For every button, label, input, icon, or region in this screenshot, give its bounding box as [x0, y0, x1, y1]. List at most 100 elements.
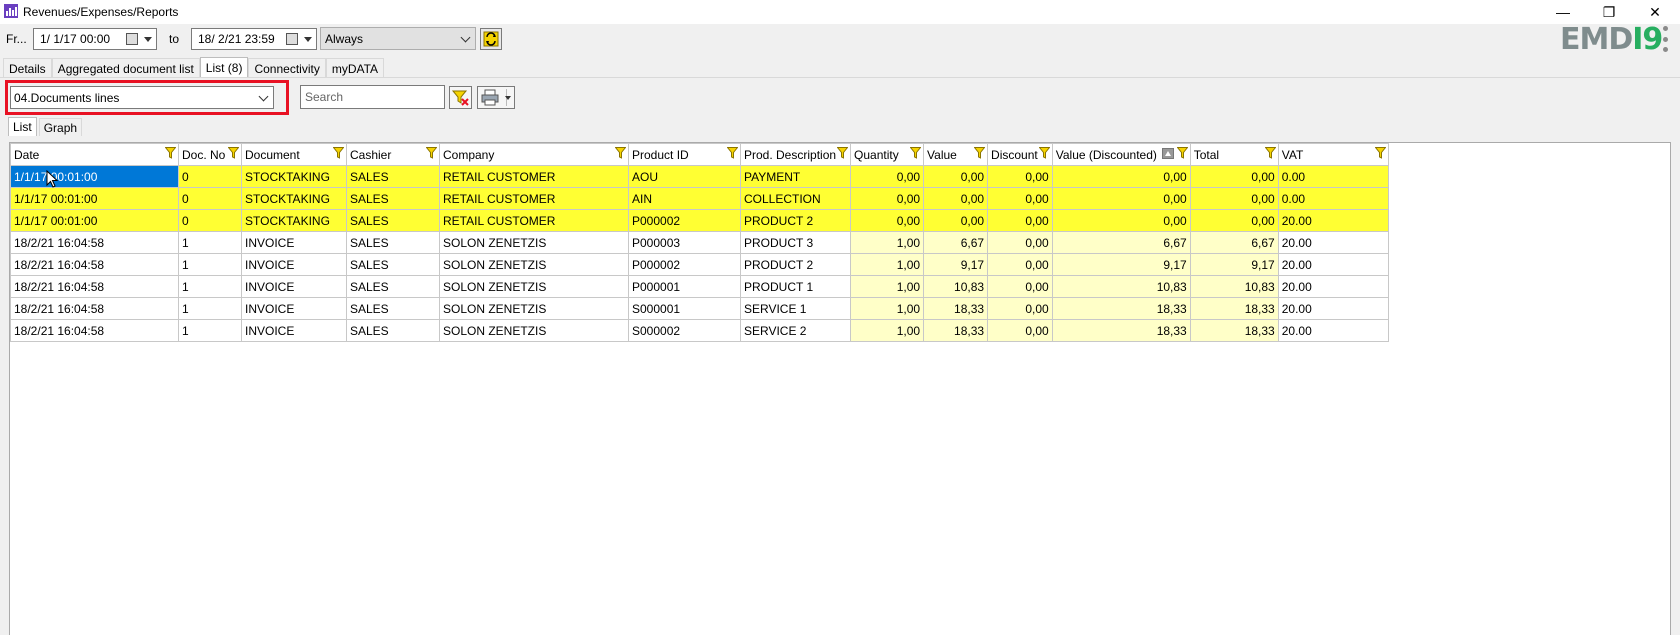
cell-prod-description[interactable]: SERVICE 1	[739, 297, 852, 320]
cell-cashier[interactable]: SALES	[346, 297, 440, 320]
cell-company[interactable]: SOLON ZENETZIS	[439, 275, 629, 298]
cell-vat[interactable]: 20.00	[1277, 297, 1389, 320]
cell-discount[interactable]: 0,00	[987, 165, 1053, 188]
cell-date[interactable]: 1/1/17 00:01:00	[10, 209, 179, 232]
table-row[interactable]: 1/1/17 00:01:00 0 STOCKTAKING SALES RETAIL C…	[10, 209, 1389, 232]
column-header-total[interactable]: Total	[1189, 143, 1279, 166]
column-header-product-id[interactable]: Product ID	[628, 143, 741, 166]
cell-prod-description[interactable]: COLLECTION	[739, 187, 852, 210]
cell-quantity[interactable]: 0,00	[850, 209, 925, 232]
cell-value-discounted[interactable]: 18,33	[1051, 319, 1191, 342]
tab-mydata[interactable]: myDATA	[325, 58, 385, 78]
cell-doc-no[interactable]: 1	[178, 253, 242, 276]
cell-discount[interactable]: 0,00	[987, 231, 1053, 254]
cell-document[interactable]: STOCKTAKING	[241, 209, 347, 232]
cell-document[interactable]: INVOICE	[241, 297, 347, 320]
cell-discount[interactable]: 0,00	[987, 275, 1053, 298]
restore-button[interactable]: ❐	[1586, 0, 1632, 24]
tab-aggregated-document-list[interactable]: Aggregated document list	[51, 58, 200, 78]
cell-cashier[interactable]: SALES	[346, 165, 440, 188]
column-header-discount[interactable]: Discount	[987, 143, 1053, 166]
column-header-prod-description[interactable]: Prod. Description	[739, 143, 852, 166]
cell-total[interactable]: 0,00	[1189, 187, 1279, 210]
cell-prod-description[interactable]: PRODUCT 2	[739, 253, 852, 276]
cell-product-id[interactable]: P000003	[628, 231, 741, 254]
cell-prod-description[interactable]: PRODUCT 1	[739, 275, 852, 298]
report-select[interactable]: 04.Documents lines	[10, 86, 274, 109]
column-header-value-discounted[interactable]: Value (Discounted)	[1051, 143, 1191, 166]
cell-vat[interactable]: 0.00	[1277, 187, 1389, 210]
cell-total[interactable]: 0,00	[1189, 165, 1279, 188]
cell-document[interactable]: INVOICE	[241, 275, 347, 298]
cell-discount[interactable]: 0,00	[987, 253, 1053, 276]
cell-vat[interactable]: 20.00	[1277, 231, 1389, 254]
cell-vat[interactable]: 20.00	[1277, 319, 1389, 342]
cell-company[interactable]: RETAIL CUSTOMER	[439, 187, 629, 210]
more-options-icon[interactable]	[1663, 26, 1669, 52]
cell-value-discounted[interactable]: 9,17	[1051, 253, 1191, 276]
cell-quantity[interactable]: 1,00	[850, 275, 925, 298]
cell-value[interactable]: 9,17	[923, 253, 989, 276]
cell-prod-description[interactable]: PAYMENT	[739, 165, 852, 188]
period-select[interactable]: Always	[320, 27, 476, 50]
cell-doc-no[interactable]: 1	[178, 275, 242, 298]
cell-quantity[interactable]: 1,00	[850, 319, 925, 342]
data-grid[interactable]: Date Doc. No Document Cashier Company Product…	[9, 142, 1671, 635]
filter-funnel-icon[interactable]	[333, 147, 344, 159]
column-header-value[interactable]: Value	[923, 143, 989, 166]
cell-doc-no[interactable]: 1	[178, 297, 242, 320]
filter-funnel-icon[interactable]	[974, 147, 986, 159]
cell-value-discounted[interactable]: 0,00	[1051, 209, 1191, 232]
cell-quantity[interactable]: 1,00	[850, 253, 925, 276]
dropdown-arrow-icon[interactable]	[505, 96, 511, 100]
cell-company[interactable]: SOLON ZENETZIS	[439, 297, 629, 320]
cell-date[interactable]: 18/2/21 16:04:58	[10, 297, 179, 320]
filter-funnel-icon[interactable]	[426, 147, 437, 159]
cell-cashier[interactable]: SALES	[346, 319, 440, 342]
cell-company[interactable]: SOLON ZENETZIS	[439, 319, 629, 342]
filter-funnel-icon[interactable]	[727, 147, 738, 159]
subtab-list[interactable]: List	[8, 117, 37, 136]
cell-document[interactable]: STOCKTAKING	[241, 165, 347, 188]
cell-doc-no[interactable]: 1	[178, 231, 242, 254]
cell-value[interactable]: 10,83	[923, 275, 989, 298]
cell-value[interactable]: 0,00	[923, 209, 989, 232]
cell-value[interactable]: 18,33	[923, 297, 989, 320]
print-button[interactable]	[477, 86, 515, 109]
table-row[interactable]: 18/2/21 16:04:58 1 INVOICE SALES SOLON ZENET…	[10, 275, 1389, 298]
table-row[interactable]: 1/1/17 00:01:00 0 STOCKTAKING SALES RETAIL C…	[10, 187, 1389, 210]
cell-date[interactable]: 18/2/21 16:04:58	[10, 319, 179, 342]
cell-cashier[interactable]: SALES	[346, 231, 440, 254]
tab-list[interactable]: List (8)	[199, 57, 249, 78]
cell-product-id[interactable]: S000001	[628, 297, 741, 320]
minimize-button[interactable]: —	[1540, 0, 1586, 24]
cell-quantity[interactable]: 1,00	[850, 231, 925, 254]
column-header-quantity[interactable]: Quantity	[850, 143, 925, 166]
cell-total[interactable]: 6,67	[1189, 231, 1279, 254]
filter-funnel-icon[interactable]	[228, 147, 239, 159]
cell-doc-no[interactable]: 0	[178, 187, 242, 210]
dropdown-arrow-icon[interactable]	[304, 37, 312, 42]
calendar-icon[interactable]	[286, 33, 298, 45]
table-row[interactable]: 18/2/21 16:04:58 1 INVOICE SALES SOLON ZENET…	[10, 253, 1389, 276]
sort-ascending-icon[interactable]	[1161, 148, 1174, 159]
table-row[interactable]: 1/1/17 00:01:00 0 STOCKTAKING SALES RETAIL C…	[10, 165, 1389, 188]
search-input[interactable]	[300, 85, 445, 109]
cell-date[interactable]: 1/1/17 00:01:00	[10, 165, 179, 188]
cell-vat[interactable]: 20.00	[1277, 275, 1389, 298]
cell-prod-description[interactable]: PRODUCT 2	[739, 209, 852, 232]
cell-vat[interactable]: 0.00	[1277, 165, 1389, 188]
cell-date[interactable]: 18/2/21 16:04:58	[10, 275, 179, 298]
cell-company[interactable]: SOLON ZENETZIS	[439, 253, 629, 276]
cell-discount[interactable]: 0,00	[987, 319, 1053, 342]
cell-company[interactable]: SOLON ZENETZIS	[439, 231, 629, 254]
table-row[interactable]: 18/2/21 16:04:58 1 INVOICE SALES SOLON ZENET…	[10, 319, 1389, 342]
cell-product-id[interactable]: P000002	[628, 253, 741, 276]
cell-cashier[interactable]: SALES	[346, 275, 440, 298]
cell-value[interactable]: 0,00	[923, 165, 989, 188]
cell-product-id[interactable]: P000002	[628, 209, 741, 232]
cell-document[interactable]: STOCKTAKING	[241, 187, 347, 210]
cell-doc-no[interactable]: 0	[178, 165, 242, 188]
cell-company[interactable]: RETAIL CUSTOMER	[439, 165, 629, 188]
filter-funnel-icon[interactable]	[1264, 147, 1276, 159]
